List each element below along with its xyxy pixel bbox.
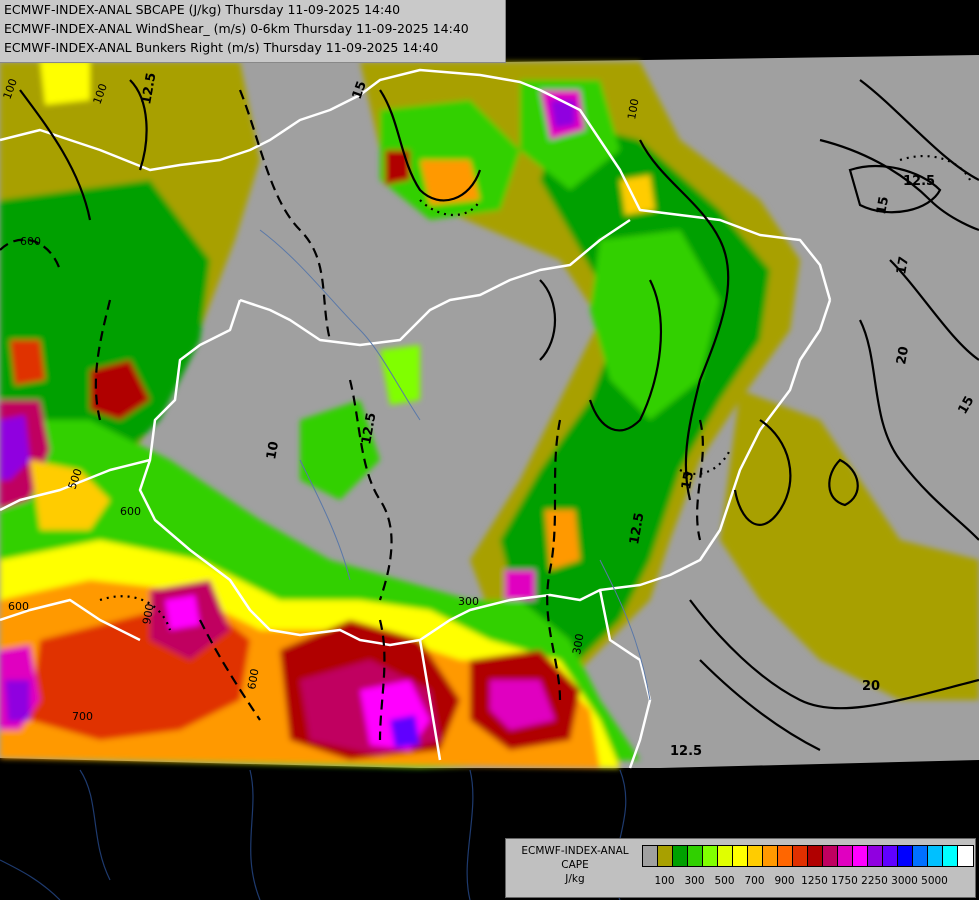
contour-label: 15	[679, 470, 697, 490]
legend-swatch	[868, 846, 883, 866]
contour-label: 700	[72, 710, 93, 723]
legend-tick-label: 3000	[891, 875, 918, 887]
legend-swatch	[703, 846, 718, 866]
legend-swatch	[853, 846, 868, 866]
legend-swatch	[898, 846, 913, 866]
map-header: ECMWF-INDEX-ANAL SBCAPE (J/kg) Thursday …	[0, 0, 506, 63]
legend-swatch	[943, 846, 958, 866]
legend-swatch	[793, 846, 808, 866]
legend-swatch	[808, 846, 823, 866]
legend-swatch	[643, 846, 658, 866]
legend-swatch	[838, 846, 853, 866]
weather-map: 15 12.5 17 20 15 20 12.5 12.5 12.5 12.5 …	[0, 0, 979, 900]
legend-title: ECMWF-INDEX-ANAL	[521, 845, 629, 857]
legend-color-scale	[642, 845, 974, 867]
legend-swatch	[718, 846, 733, 866]
contour-label: 12.5	[903, 174, 935, 189]
legend-tick-label: 500	[714, 875, 735, 887]
contour-label: 300	[458, 595, 479, 608]
legend-tick-label: 2250	[861, 875, 888, 887]
legend-swatch	[883, 846, 898, 866]
legend-tick-labels: 100 300 500 700 900 1250 1750 2250 3000 5000	[642, 875, 972, 889]
legend-swatch	[778, 846, 793, 866]
contour-label: 15	[874, 195, 892, 215]
contour-label: 600	[8, 600, 29, 613]
legend-tick-label: 700	[744, 875, 765, 887]
legend-swatch	[913, 846, 928, 866]
legend-swatch	[673, 846, 688, 866]
legend-swatch	[928, 846, 943, 866]
legend-tick-label: 900	[774, 875, 795, 887]
legend-tick-label: 100	[654, 875, 675, 887]
legend-tick-label: 5000	[921, 875, 948, 887]
legend-tick-label: 1250	[801, 875, 828, 887]
header-line-windshear: ECMWF-INDEX-ANAL WindShear_ (m/s) 0-6km …	[4, 21, 469, 36]
legend-tick-label: 1750	[831, 875, 858, 887]
contour-label: 600	[120, 505, 141, 518]
contour-label: 10	[264, 440, 282, 460]
contour-label: 600	[20, 235, 41, 248]
cape-legend: ECMWF-INDEX-ANAL CAPE J/kg 100 300 500 700 9…	[505, 838, 976, 898]
legend-swatch	[658, 846, 673, 866]
contour-label: 17	[894, 255, 912, 275]
legend-swatch	[688, 846, 703, 866]
contour-label: 20	[862, 679, 880, 694]
header-line-bunkers: ECMWF-INDEX-ANAL Bunkers Right (m/s) Thu…	[4, 40, 439, 55]
legend-swatch	[958, 846, 973, 866]
legend-swatch	[748, 846, 763, 866]
legend-swatch	[763, 846, 778, 866]
contour-label: 20	[894, 345, 912, 365]
header-line-sbcape: ECMWF-INDEX-ANAL SBCAPE (J/kg) Thursday …	[4, 2, 401, 17]
legend-swatch	[823, 846, 838, 866]
legend-tick-label: 300	[684, 875, 705, 887]
legend-unit: J/kg	[565, 873, 585, 885]
contour-label: 12.5	[670, 744, 702, 759]
legend-title-block: ECMWF-INDEX-ANAL CAPE J/kg	[508, 844, 642, 886]
legend-swatch	[733, 846, 748, 866]
legend-variable: CAPE	[561, 859, 589, 871]
